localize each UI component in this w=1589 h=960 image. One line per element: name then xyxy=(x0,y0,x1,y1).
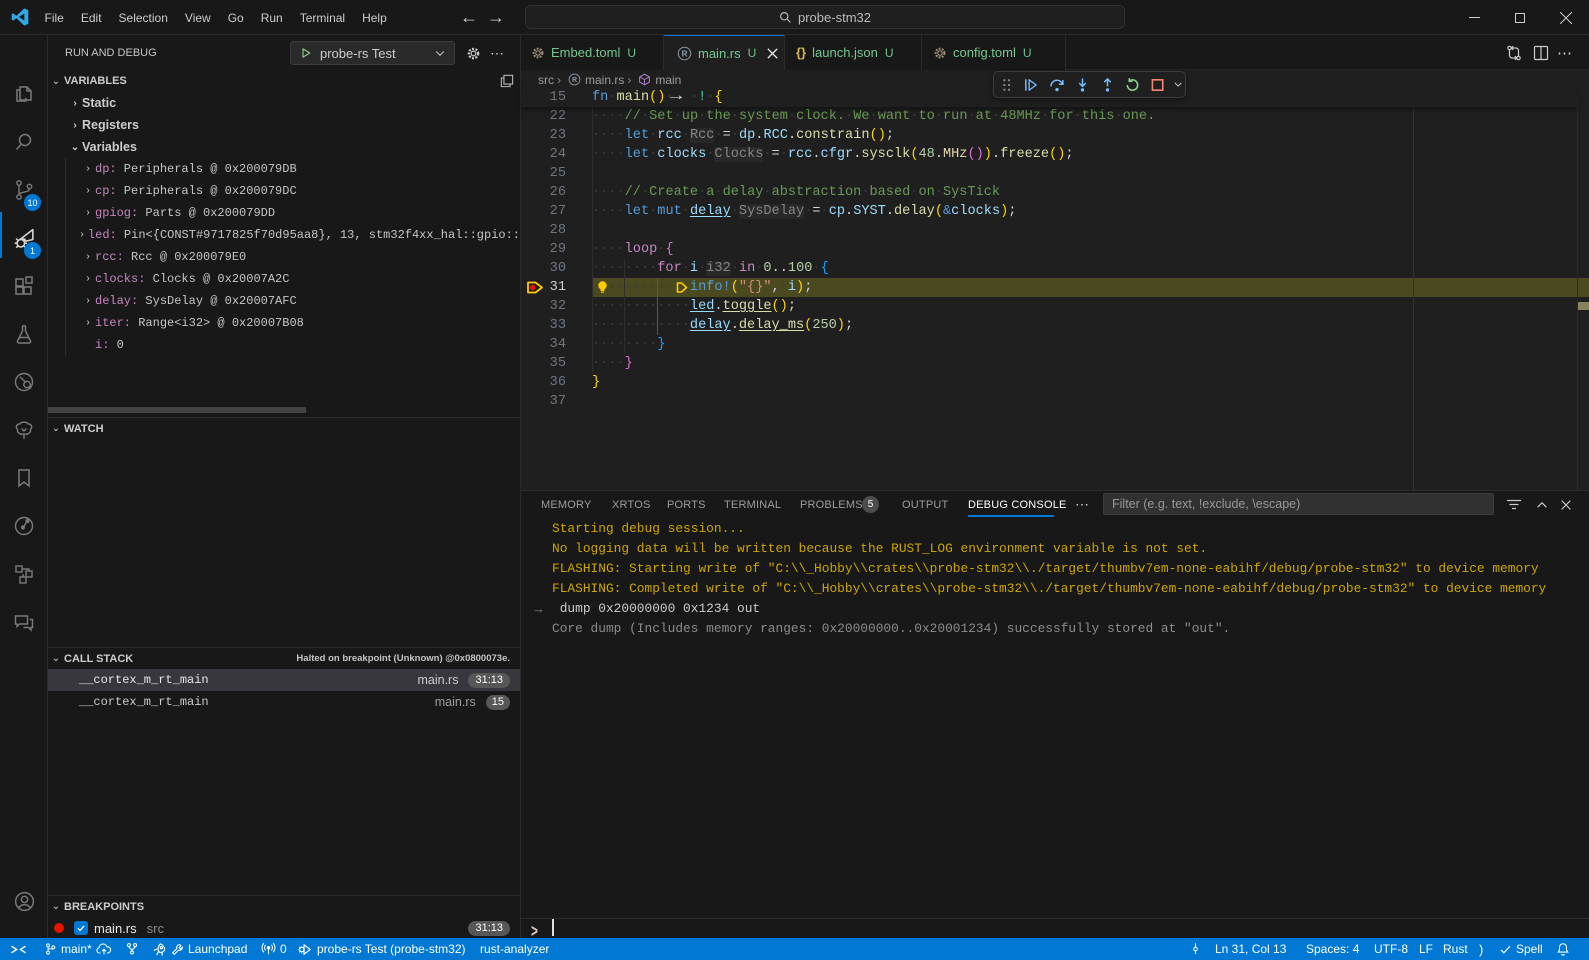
svg-text:R: R xyxy=(682,49,688,58)
svg-text:R: R xyxy=(572,77,577,84)
